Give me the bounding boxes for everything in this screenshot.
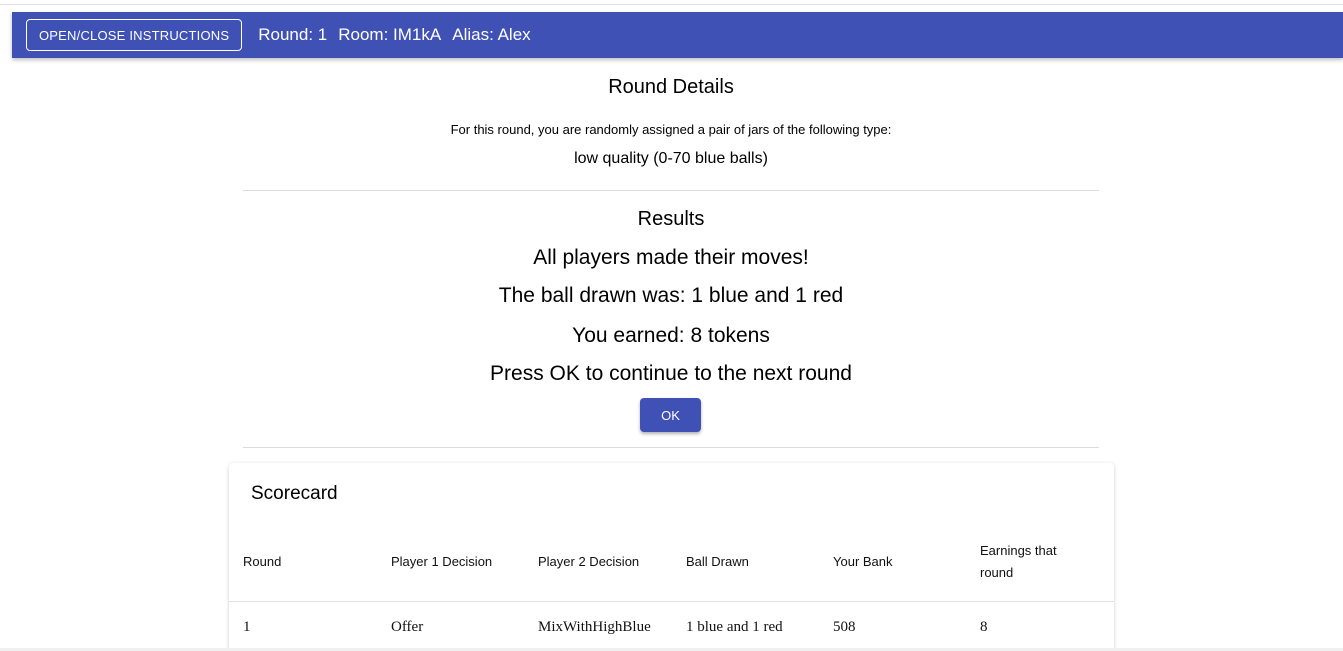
earned-text: You earned: 8 tokens — [572, 324, 770, 347]
scorecard-card: Scorecard Round Player 1 Decision Player… — [229, 463, 1114, 651]
assignment-text: For this round, you are randomly assigne… — [450, 122, 892, 137]
results-title: Results — [637, 208, 705, 230]
cell-player2-decision: MixWithHighBlue — [538, 619, 651, 635]
cell-ball-drawn: 1 blue and 1 red — [686, 619, 783, 635]
header-earnings: Earnings that round — [980, 543, 1057, 580]
page: OPEN/CLOSE INSTRUCTIONS Round: 1 Room: I… — [0, 0, 1343, 651]
room-label: Room: IM1kA — [338, 25, 442, 44]
header-player1-decision: Player 1 Decision — [391, 554, 493, 569]
app-bar: OPEN/CLOSE INSTRUCTIONS Round: 1 Room: I… — [12, 12, 1343, 58]
game-info: Round: 1 Room: IM1kA Alias: Alex — [258, 25, 541, 45]
continue-prompt: Press OK to continue to the next round — [490, 362, 852, 385]
header-round: Round — [243, 554, 282, 569]
round-details-title: Round Details — [608, 76, 734, 98]
results-status: All players made their moves! — [533, 246, 809, 269]
top-divider — [0, 4, 1343, 5]
scorecard-title: Scorecard — [251, 483, 338, 504]
cell-round: 1 — [243, 619, 251, 635]
header-ball-drawn: Ball Drawn — [686, 554, 749, 569]
cell-player1-decision: Offer — [391, 619, 424, 635]
section-divider — [243, 190, 1099, 191]
round-label: Round: 1 — [258, 25, 328, 44]
open-close-instructions-button[interactable]: OPEN/CLOSE INSTRUCTIONS — [26, 19, 243, 51]
header-your-bank: Your Bank — [833, 554, 893, 569]
alias-label: Alias: Alex — [452, 25, 531, 44]
ok-button[interactable]: OK — [640, 398, 701, 432]
header-player2-decision: Player 2 Decision — [538, 554, 640, 569]
cell-your-bank: 508 — [833, 619, 856, 635]
jar-type-text: low quality (0-70 blue balls) — [574, 150, 768, 167]
section-divider — [243, 447, 1099, 448]
ball-drawn-text: The ball drawn was: 1 blue and 1 red — [498, 284, 844, 307]
cell-earnings: 8 — [980, 619, 988, 635]
